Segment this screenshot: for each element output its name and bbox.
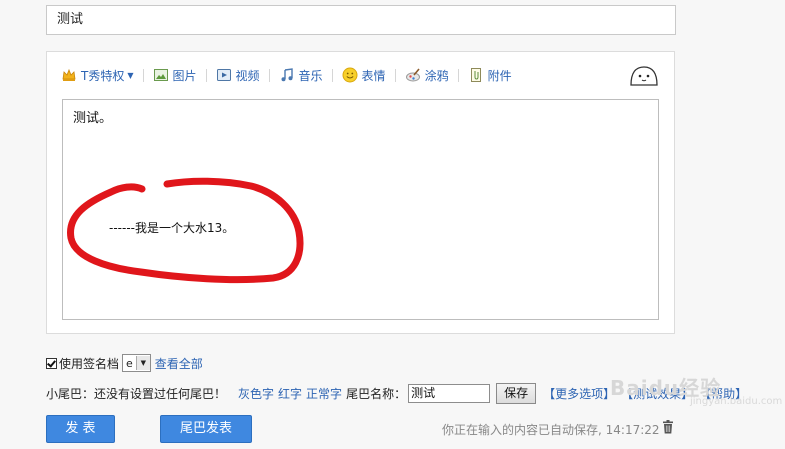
attachment-icon <box>468 67 484 83</box>
editor-panel: T秀特权 ▼ 图片 视频 音乐 表情 涂鸦 附件 测试。 ------我是一个大… <box>46 51 675 334</box>
use-signature-checkbox[interactable] <box>46 357 57 369</box>
signature-select-value: e <box>126 356 133 370</box>
toolbar-divider <box>331 68 333 82</box>
toolbar-music[interactable]: 音乐 <box>279 67 323 84</box>
signature-row: 使用签名档 e ▼ 查看全部 <box>46 354 203 372</box>
save-tail-button[interactable]: 保存 <box>496 383 537 404</box>
tail-name-label: 尾巴名称： <box>346 387 407 401</box>
title-input[interactable]: 测试 <box>46 5 676 35</box>
toolbar-tshow-privilege[interactable]: T秀特权 ▼ <box>61 67 134 84</box>
toolbar-divider <box>394 68 396 82</box>
signature-select[interactable]: e ▼ <box>122 354 151 372</box>
editor-toolbar: T秀特权 ▼ 图片 视频 音乐 表情 涂鸦 附件 <box>61 64 512 86</box>
video-icon <box>216 67 232 83</box>
red-scribble-circle <box>67 177 304 284</box>
toolbar-emoji[interactable]: 表情 <box>342 67 386 84</box>
toolbar-video[interactable]: 视频 <box>216 67 260 84</box>
toolbar-label: 视频 <box>235 68 260 83</box>
post-button[interactable]: 发 表 <box>46 415 115 443</box>
crown-icon <box>61 67 77 83</box>
gray-text-option[interactable]: 灰色字 <box>238 385 274 402</box>
toolbar-doodle[interactable]: 涂鸦 <box>405 67 449 84</box>
autosave-status: 你正在输入的内容已自动保存, 14:17:22 <box>442 423 660 437</box>
smiley-icon <box>342 67 358 83</box>
post-content-editor[interactable]: 测试。 ------我是一个大水13。 <box>62 99 659 320</box>
chevron-down-icon: ▼ <box>135 356 150 370</box>
tail-post-button[interactable]: 尾巴发表 <box>160 415 252 443</box>
toolbar-label: T秀特权 <box>81 68 125 83</box>
toolbar-divider <box>205 68 207 82</box>
red-text-option[interactable]: 红字 <box>278 385 302 402</box>
toolbar-label: 附件 <box>487 68 512 83</box>
brush-icon <box>405 67 421 83</box>
normal-text-option[interactable]: 正常字 <box>306 385 342 402</box>
image-icon <box>153 67 169 83</box>
toolbar-label: 表情 <box>361 68 386 83</box>
music-icon <box>279 67 295 83</box>
baidu-watermark-url: jingyan.baidu.com <box>690 396 783 407</box>
use-signature-label: 使用签名档 <box>59 356 120 371</box>
trash-icon[interactable] <box>662 420 674 434</box>
toolbar-label: 图片 <box>172 68 197 83</box>
tail-name-input[interactable]: 测试 <box>408 384 491 403</box>
toolbar-attachment[interactable]: 附件 <box>468 67 512 84</box>
toolbar-image[interactable]: 图片 <box>153 67 197 84</box>
chevron-down-icon: ▼ <box>127 70 134 80</box>
toolbar-divider <box>268 68 270 82</box>
view-all-signatures-link[interactable]: 查看全部 <box>155 355 203 372</box>
toolbar-divider <box>457 68 459 82</box>
toolbar-label: 涂鸦 <box>424 68 449 83</box>
mascot-icon[interactable] <box>628 64 660 86</box>
toolbar-label: 音乐 <box>298 68 323 83</box>
tail-label: 小尾巴：还没有设置过任何尾巴！ <box>46 387 227 401</box>
more-options-link[interactable]: 【更多选项】 <box>543 385 615 402</box>
toolbar-divider <box>142 68 144 82</box>
